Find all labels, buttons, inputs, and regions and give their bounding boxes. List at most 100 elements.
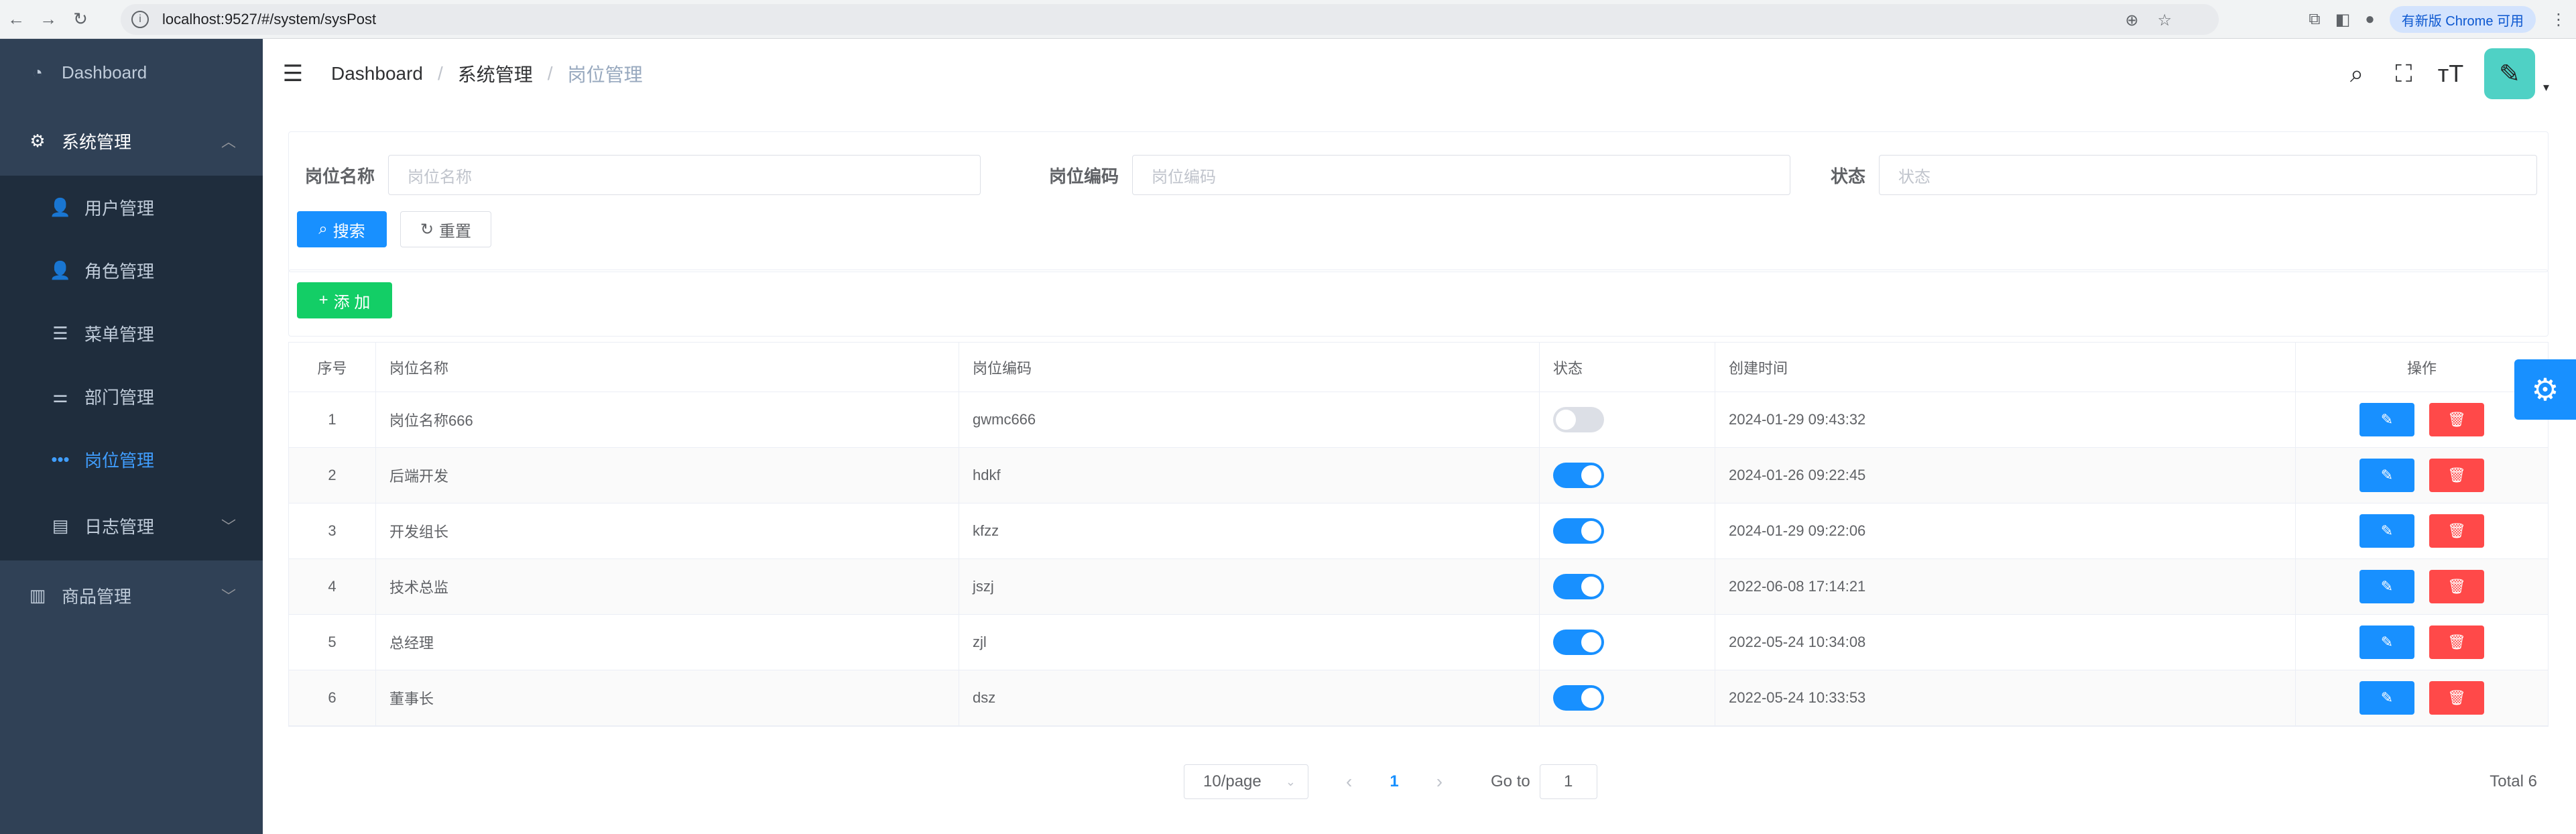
search-icon[interactable]: ⌕ bbox=[2343, 60, 2370, 88]
status-switch[interactable] bbox=[1553, 463, 1604, 488]
profile-icon[interactable]: ● bbox=[2365, 10, 2375, 29]
goto-label: Go to bbox=[1491, 772, 1530, 790]
page-number-current[interactable]: 1 bbox=[1390, 772, 1398, 791]
delete-button[interactable]: 🗑 bbox=[2429, 459, 2484, 492]
created-time: 2022-05-24 10:34:08 bbox=[1715, 615, 2296, 670]
hamburger-icon[interactable]: ☰ bbox=[263, 39, 323, 109]
edit-button[interactable]: ✎ bbox=[2359, 626, 2414, 659]
row-index: 1 bbox=[289, 392, 376, 447]
status-cell bbox=[1540, 559, 1715, 614]
status-switch[interactable] bbox=[1553, 407, 1604, 432]
trash-icon: 🗑 bbox=[2447, 689, 2466, 706]
font-size-icon[interactable]: тT bbox=[2437, 60, 2464, 88]
trash-icon: 🗑 bbox=[2447, 411, 2466, 428]
trash-icon: 🗑 bbox=[2447, 467, 2466, 483]
avatar[interactable]: ✎ bbox=[2483, 48, 2535, 99]
switch-knob bbox=[1581, 632, 1601, 652]
status-switch[interactable] bbox=[1553, 685, 1604, 711]
sidebar-item-label: 系统管理 bbox=[62, 131, 132, 152]
status-switch[interactable] bbox=[1553, 630, 1604, 655]
browser-menu-icon[interactable]: ⋮ bbox=[2551, 10, 2567, 29]
sidebar-item-menus[interactable]: ☰ 菜单管理 bbox=[0, 302, 263, 365]
back-icon[interactable]: ← bbox=[0, 3, 32, 36]
post-name-label: 岗位名称 bbox=[305, 166, 375, 186]
breadcrumb-home[interactable]: Dashboard bbox=[331, 63, 423, 84]
delete-button[interactable]: 🗑 bbox=[2429, 626, 2484, 659]
row-index: 6 bbox=[289, 670, 376, 725]
sidebar-item-label: Dashboard bbox=[62, 62, 147, 82]
next-page-icon[interactable]: › bbox=[1436, 771, 1443, 792]
page-size-select[interactable]: 10/page ⌄ bbox=[1184, 764, 1308, 799]
post-code-input[interactable]: 岗位编码 bbox=[1132, 155, 1791, 195]
role-icon: 👤 bbox=[49, 259, 72, 280]
user-icon: 👤 bbox=[49, 196, 72, 217]
sidebar-item-goods[interactable]: ▥ 商品管理 ﹀ bbox=[0, 560, 263, 630]
switch-knob bbox=[1581, 465, 1601, 485]
pencil-icon: ✎ bbox=[2380, 467, 2394, 483]
refresh-icon: ↻ bbox=[420, 220, 434, 239]
side-panel-icon[interactable]: ◧ bbox=[2335, 10, 2351, 29]
chrome-update-button[interactable]: 有新版 Chrome 可用 bbox=[2389, 6, 2536, 33]
status-field: 状态 状态 bbox=[1831, 155, 2538, 195]
breadcrumb-system[interactable]: 系统管理 bbox=[458, 60, 533, 87]
navbar: ☰ Dashboard / 系统管理 / 岗位管理 ⌕ ⛶ тT ✎ ▾ bbox=[263, 39, 2576, 109]
edit-button[interactable]: ✎ bbox=[2359, 403, 2414, 436]
delete-button[interactable]: 🗑 bbox=[2429, 570, 2484, 603]
forward-icon[interactable]: → bbox=[32, 3, 64, 36]
sidebar-item-logs[interactable]: ▤ 日志管理 ﹀ bbox=[0, 491, 263, 560]
edit-button[interactable]: ✎ bbox=[2359, 570, 2414, 603]
menu-list-icon: ☰ bbox=[52, 322, 68, 343]
sidebar-item-label: 日志管理 bbox=[84, 516, 155, 537]
sidebar-item-posts[interactable]: ••• 岗位管理 bbox=[0, 428, 263, 491]
row-index: 2 bbox=[289, 448, 376, 503]
zoom-icon[interactable]: ⊕ bbox=[2125, 11, 2138, 30]
gear-icon: ⚙ bbox=[29, 130, 46, 151]
dashboard-icon: ◔ bbox=[32, 62, 43, 82]
settings-gear-icon[interactable]: ⚙ bbox=[2514, 359, 2576, 420]
sidebar-item-dashboard[interactable]: ◔ Dashboard bbox=[0, 39, 263, 106]
sidebar: ◔ Dashboard ⚙ 系统管理 ︿ 👤 用户管理 👤 角色管理 ☰ 菜单管… bbox=[0, 39, 263, 834]
extensions-icon[interactable]: ⧉ bbox=[2309, 10, 2320, 29]
sidebar-item-departments[interactable]: ⚌ 部门管理 bbox=[0, 365, 263, 428]
goto-input[interactable]: 1 bbox=[1539, 764, 1597, 799]
col-actions: 操作 bbox=[2406, 359, 2437, 377]
fullscreen-icon[interactable]: ⛶ bbox=[2390, 60, 2417, 88]
sidebar-item-system[interactable]: ⚙ 系统管理 ︿ bbox=[0, 106, 263, 176]
address-bar[interactable]: i localhost:9527/#/system/sysPost ⊕ ☆ bbox=[121, 4, 2219, 35]
switch-knob bbox=[1556, 410, 1576, 430]
switch-knob bbox=[1581, 521, 1601, 541]
status-label: 状态 bbox=[1831, 166, 1866, 186]
delete-button[interactable]: 🗑 bbox=[2429, 514, 2484, 548]
browser-toolbar: ← → ↻ i localhost:9527/#/system/sysPost … bbox=[0, 0, 2576, 39]
site-info-icon[interactable]: i bbox=[131, 11, 149, 28]
reset-button[interactable]: ↻ 重置 bbox=[400, 211, 491, 247]
search-button-label: 搜索 bbox=[332, 222, 365, 241]
col-status: 状态 bbox=[1540, 343, 1715, 392]
trash-icon: 🗑 bbox=[2447, 634, 2466, 650]
post-code-label: 岗位编码 bbox=[1049, 166, 1119, 186]
table-row: 1 岗位名称666 gwmc666 2024-01-29 09:43:32 ✎ 🗑 bbox=[289, 392, 2548, 448]
search-button[interactable]: ⌕ 搜索 bbox=[297, 211, 387, 247]
add-button[interactable]: + 添 加 bbox=[297, 282, 392, 318]
status-cell bbox=[1540, 392, 1715, 447]
prev-page-icon[interactable]: ‹ bbox=[1346, 771, 1352, 792]
delete-button[interactable]: 🗑 bbox=[2429, 681, 2484, 715]
breadcrumb-separator: / bbox=[547, 63, 553, 84]
edit-button[interactable]: ✎ bbox=[2359, 514, 2414, 548]
delete-button[interactable]: 🗑 bbox=[2429, 403, 2484, 436]
sidebar-item-users[interactable]: 👤 用户管理 bbox=[0, 176, 263, 239]
status-select[interactable]: 状态 bbox=[1879, 155, 2538, 195]
pencil-icon: ✎ bbox=[2380, 522, 2394, 539]
actions-cell: ✎ 🗑 bbox=[2296, 392, 2548, 447]
document-icon: ▤ bbox=[52, 515, 69, 536]
status-switch[interactable] bbox=[1553, 518, 1604, 544]
edit-button[interactable]: ✎ bbox=[2359, 681, 2414, 715]
status-switch[interactable] bbox=[1553, 574, 1604, 599]
edit-button[interactable]: ✎ bbox=[2359, 459, 2414, 492]
sidebar-item-roles[interactable]: 👤 角色管理 bbox=[0, 239, 263, 302]
caret-down-icon[interactable]: ▾ bbox=[2543, 80, 2549, 95]
post-name-input[interactable]: 岗位名称 bbox=[388, 155, 981, 195]
reload-icon[interactable]: ↻ bbox=[64, 3, 97, 36]
pagination: 10/page ⌄ ‹ 1 › Go to 1 bbox=[1184, 764, 1597, 799]
bookmark-star-icon[interactable]: ☆ bbox=[2157, 11, 2172, 30]
